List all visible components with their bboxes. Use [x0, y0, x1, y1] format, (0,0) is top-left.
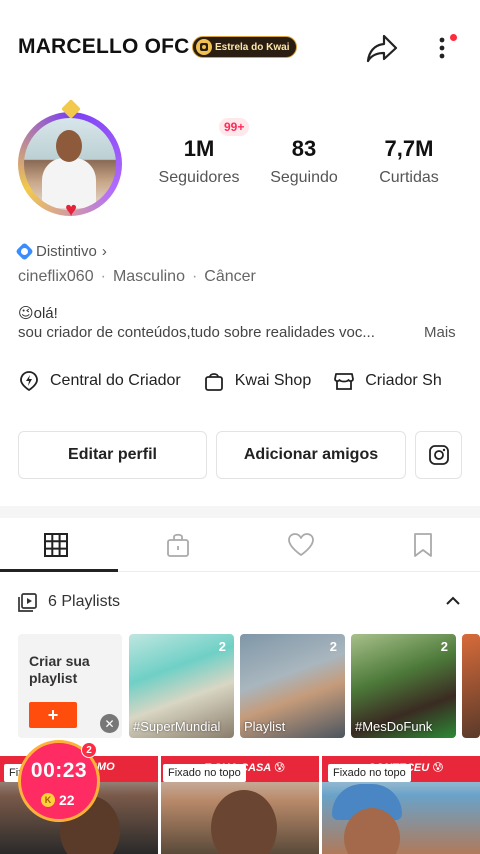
tab-grid[interactable] [41, 530, 71, 560]
stat-label: Curtidas [379, 169, 439, 186]
star-badge[interactable]: Estrela do Kwai [192, 36, 298, 58]
tab-saved[interactable] [408, 530, 438, 560]
lightning-pin-icon [20, 371, 38, 392]
bio-more-link[interactable]: Mais [424, 324, 456, 341]
share-arrow-icon [366, 34, 398, 63]
user-gender: Masculino [112, 268, 185, 285]
playlists-count: 6 Playlists [48, 593, 121, 610]
distintivo-label: Distintivo [36, 243, 97, 260]
heart-badge-icon: ♥ [65, 199, 77, 221]
playlist-name: #MesDoFunk [355, 719, 433, 734]
pinned-label: Fixado no topo [163, 764, 246, 782]
avatar-photo [24, 118, 116, 210]
bio-line-1: 😉olá! [18, 305, 58, 322]
shortcut-kwai-shop[interactable]: Kwai Shop [203, 370, 312, 392]
lock-icon [167, 533, 189, 557]
playlist-video-count: 2 [218, 639, 226, 654]
stat-value: 83 [291, 136, 317, 161]
distintivo-link[interactable]: Distintivo › [15, 242, 107, 261]
playlist-video-count: 2 [329, 639, 337, 654]
user-id: cineflix060 [18, 268, 94, 285]
playlists-header[interactable]: 6 Playlists [18, 588, 462, 616]
kwai-star-icon [196, 39, 212, 55]
playlist-card[interactable]: 2 #MesDoFunk [351, 634, 456, 738]
avatar[interactable]: ♥ [12, 99, 130, 221]
timer-badge: 2 [81, 742, 97, 758]
playlist-video-count: 2 [440, 639, 448, 654]
content-tabs [0, 518, 480, 572]
profile-meta: cineflix060 · Masculino · Câncer [18, 268, 256, 285]
stat-value: 7,7M [384, 136, 434, 161]
stat-label: Seguindo [270, 169, 338, 186]
shortcut-creator-center[interactable]: Central do Criador [18, 370, 181, 392]
shopping-bag-icon [204, 373, 223, 391]
close-icon[interactable]: ✕ [100, 714, 119, 733]
bio-line-2: sou criador de conteúdos,tudo sobre real… [18, 324, 375, 341]
profile-username: MARCELLO OFC [18, 35, 190, 58]
stat-followers[interactable]: 1M Seguidores [139, 136, 259, 187]
shortcut-label: Criador Sh [365, 372, 442, 389]
create-playlist-label: Criar sua playlist [29, 653, 90, 686]
star-badge-label: Estrela do Kwai [215, 41, 290, 53]
playlist-name: Playlist [244, 719, 286, 734]
stat-label: Seguidores [158, 169, 240, 186]
tab-likes[interactable] [286, 530, 316, 560]
stat-likes[interactable]: 7,7M Curtidas [349, 136, 469, 187]
playlist-icon [18, 593, 37, 612]
grid-icon [44, 533, 68, 557]
create-playlist-button[interactable]: + [29, 702, 77, 728]
bookmark-icon [414, 533, 432, 557]
playlist-card[interactable]: 2 Playlist [240, 634, 345, 738]
tab-private[interactable] [163, 530, 193, 560]
add-friends-button[interactable]: Adicionar amigos [216, 431, 406, 479]
kwai-coin-icon: K [41, 793, 55, 807]
notification-dot [450, 34, 457, 41]
playlist-name: #SuperMundial [133, 719, 221, 734]
coin-value: 22 [59, 792, 75, 808]
followers-notification-badge: 99+ [219, 118, 250, 136]
playlist-card-partial[interactable] [462, 634, 480, 738]
pinned-label: Fixado no topo [328, 764, 411, 782]
shortcut-row: Central do Criador Kwai Shop Criador Sh [18, 368, 464, 394]
playlist-card[interactable]: 2 #SuperMundial [129, 634, 234, 738]
shop-icon [334, 373, 355, 390]
share-button[interactable] [364, 30, 400, 66]
stat-following[interactable]: 83 Seguindo [244, 136, 364, 187]
instagram-icon [428, 445, 449, 465]
shortcut-creator-shop[interactable]: Criador Sh [333, 370, 442, 392]
stat-value: 1M [183, 136, 215, 161]
chevron-right-icon: › [101, 243, 107, 260]
shortcut-label: Central do Criador [50, 372, 181, 389]
heart-icon [288, 533, 314, 556]
shortcut-label: Kwai Shop [234, 372, 312, 389]
user-sign: Câncer [204, 268, 256, 285]
edit-profile-button[interactable]: Editar perfil [18, 431, 207, 479]
coin-balance: K 22 [41, 792, 75, 808]
badge-icon [15, 242, 34, 261]
timer-countdown: 00:23 [30, 759, 88, 782]
section-divider [0, 506, 480, 518]
chevron-up-icon[interactable] [444, 592, 462, 610]
instagram-button[interactable] [415, 431, 462, 479]
active-tab-indicator [0, 569, 118, 572]
profile-header: MARCELLO OFC Estrela do Kwai [0, 22, 480, 72]
